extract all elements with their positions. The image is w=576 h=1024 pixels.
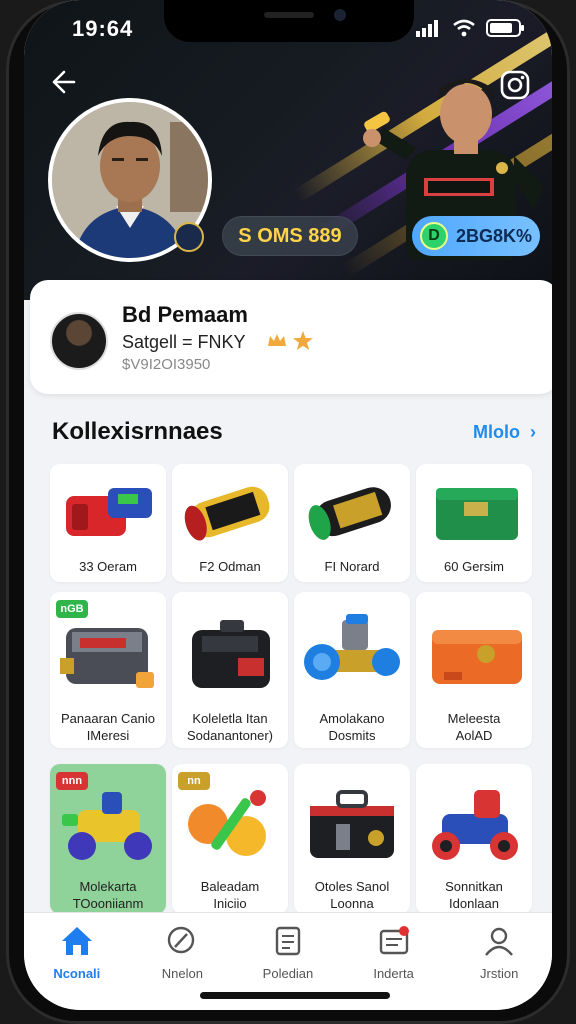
profile-hero: 19:64 S OMS 889 D 2BG8K%: [24, 0, 552, 300]
cylinder-toy-image: [308, 487, 391, 540]
car-toy-image: [432, 790, 518, 860]
battery-toy-image: [184, 486, 270, 541]
profile-id: $V9I2OI3950: [122, 356, 211, 373]
document-icon: [275, 926, 301, 956]
wifi-icon: [453, 19, 475, 37]
nav-profile[interactable]: Jrstion: [446, 913, 552, 1010]
speaker: [264, 12, 314, 18]
item-label-text: Meleesta AolAD: [447, 711, 501, 743]
engine-toy-image: [60, 628, 154, 688]
coin-balance[interactable]: S OMS 889: [222, 216, 358, 256]
profile-card[interactable]: Bd Pemaam Satgell = FNKY $V9I2OI3950: [30, 280, 552, 394]
phone-frame: 19:64 S OMS 889 D 2BG8K% Bd Pemaam Satge…: [6, 0, 570, 1024]
item-label-text: Amolakano Dosmits: [319, 711, 385, 743]
robot-toy-image: [66, 488, 152, 536]
collection-item[interactable]: Sonnitkan Idonlaan: [416, 764, 532, 914]
home-indicator[interactable]: [200, 992, 390, 999]
item-label-text: Sonnitkan Idonlaan: [445, 879, 503, 911]
item-label: 60 Gersim: [444, 559, 504, 574]
status-time: 19:64: [72, 16, 134, 41]
item-label: Molekarta TOooniianm: [50, 878, 166, 912]
collection-item[interactable]: Amolakano Dosmits: [294, 592, 410, 748]
nav-label: Nconali: [53, 966, 101, 981]
orange-case-image: [432, 630, 522, 684]
collection-item[interactable]: nnn Molekarta TOooniianm: [50, 764, 166, 914]
inbox-icon: [379, 926, 409, 955]
star-icon: [293, 331, 313, 350]
nav-home[interactable]: Nconali: [24, 913, 130, 1010]
battery-icon: [486, 19, 524, 37]
arrow-left-icon: [52, 70, 76, 94]
item-label: F2 Odman: [199, 559, 261, 574]
toolbox-toy-image: [310, 790, 394, 858]
profile-subtitle: Satgell = FNKY: [122, 332, 246, 352]
app-screen: 19:64 S OMS 889 D 2BG8K% Bd Pemaam Satge…: [24, 0, 552, 1010]
collection-item[interactable]: nGB Panaaran Canio IMeresi: [50, 592, 166, 748]
gem-balance[interactable]: D 2BG8K%: [412, 216, 540, 256]
collection-item[interactable]: F2 Odman: [172, 464, 288, 582]
crown-icon: [268, 334, 286, 346]
item-label-text: Koleletla Itan Sodanantoner): [186, 711, 273, 743]
nav-label: Nnelon: [161, 966, 203, 981]
rank-badge-icon: [174, 222, 204, 252]
item-label: Amolakano Dosmits: [294, 710, 410, 744]
instagram-icon: [500, 70, 530, 100]
collection-title: Kollexisrnnaes: [52, 418, 223, 445]
nav-label: Poledian: [262, 966, 314, 981]
instagram-button[interactable]: [496, 66, 534, 104]
gem-icon: D: [420, 222, 448, 250]
signal-icon: [416, 20, 438, 37]
search-icon: [168, 926, 195, 954]
collection-item[interactable]: Meleesta AolAD: [416, 592, 532, 748]
nav-label: Jrstion: [480, 966, 519, 981]
see-more-label: Mlolo: [472, 422, 520, 442]
item-label-text: Baleadam Iniciio: [200, 879, 260, 911]
collection-item[interactable]: 60 Gersim: [416, 464, 532, 582]
item-label-text: Molekarta TOooniianm: [72, 879, 144, 911]
collection-item[interactable]: FI Norard: [294, 464, 410, 582]
front-camera: [334, 9, 346, 21]
item-label-text: Panaaran Canio IMeresi: [61, 711, 155, 743]
collection-item[interactable]: nn Baleadam Iniciio: [172, 764, 288, 914]
gem-balance-value: 2BG8K%: [456, 226, 533, 246]
item-label: Baleadam Iniciio: [172, 878, 288, 912]
profile-icon: [485, 927, 514, 956]
home-icon: [61, 927, 92, 955]
mini-avatar: [50, 312, 108, 370]
item-label: Otoles Sanol Loonna: [294, 878, 410, 912]
item-label: Meleesta AolAD: [416, 710, 532, 744]
generator-toy-image: [192, 620, 270, 688]
item-label: Panaaran Canio IMeresi: [50, 710, 166, 744]
notch: [164, 0, 414, 42]
item-label: 33 Oeram: [79, 559, 137, 574]
see-more-link[interactable]: Mlolo ›: [473, 422, 536, 443]
profile-name: Bd Pemaam: [122, 302, 248, 327]
profile-badges: [266, 330, 314, 352]
nav-label: Inderta: [373, 966, 414, 981]
item-label: FI Norard: [324, 559, 380, 574]
collection-item[interactable]: 33 Oeram: [50, 464, 166, 582]
valve-toy-image: [304, 614, 400, 680]
vehicle-toy-image: [62, 792, 152, 860]
item-label-text: Otoles Sanol Loonna: [314, 879, 390, 911]
status-icons: [416, 18, 526, 38]
back-button[interactable]: [48, 68, 84, 104]
chevron-right-icon: ›: [525, 422, 536, 442]
item-label: Koleletla Itan Sodanantoner): [172, 710, 288, 744]
collection-item[interactable]: Koleletla Itan Sodanantoner): [172, 592, 288, 748]
balls-toy-image: [188, 790, 266, 856]
case-toy-image: [436, 488, 518, 540]
item-label: Sonnitkan Idonlaan: [416, 878, 532, 912]
collection-item[interactable]: Otoles Sanol Loonna: [294, 764, 410, 914]
